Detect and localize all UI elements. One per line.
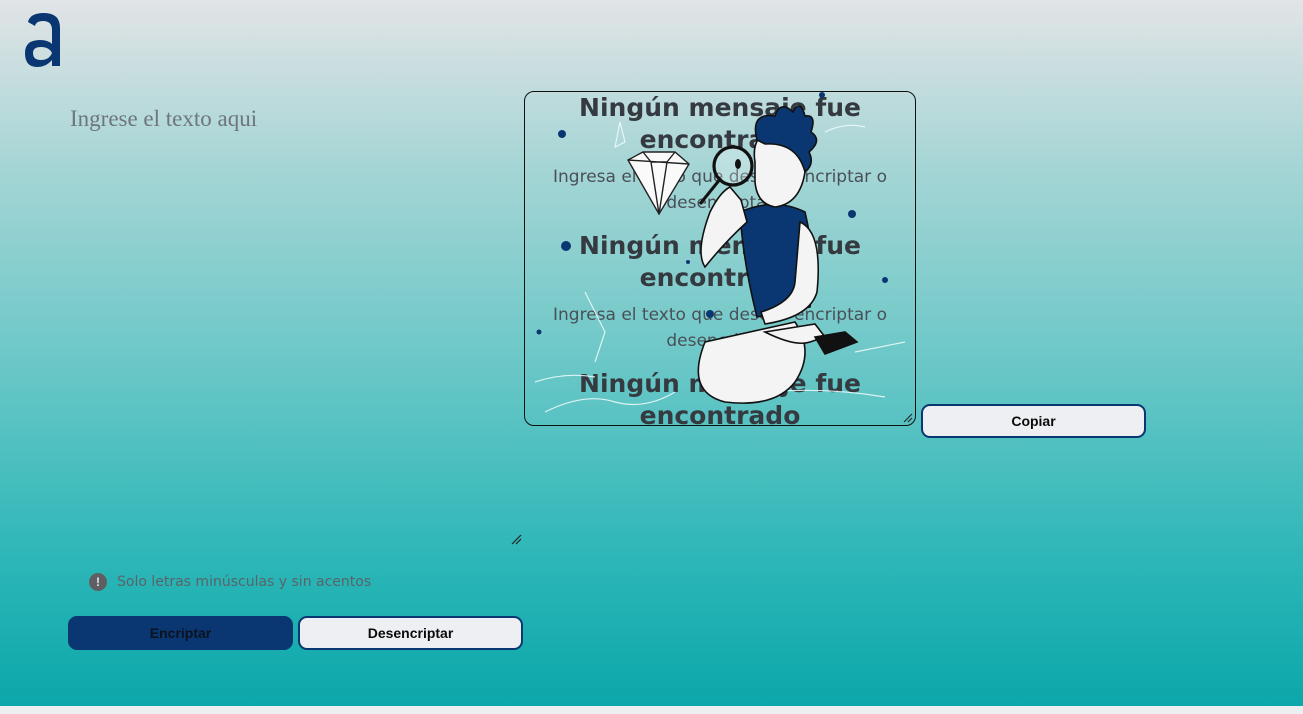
alura-logo-icon (25, 13, 60, 67)
bottom-strip (0, 706, 1303, 714)
decrypt-button[interactable]: Desencriptar (298, 616, 523, 650)
message-input[interactable] (66, 100, 522, 544)
output-panel[interactable]: Ningún mensaje fue encontrado Ingresa el … (524, 91, 916, 426)
exclamation-circle-icon: ! (89, 573, 107, 591)
hint-text: Solo letras minúsculas y sin acentos (117, 574, 372, 590)
encrypt-button[interactable]: Encriptar (68, 616, 293, 650)
person-with-magnifying-glass-illustration (534, 92, 906, 413)
input-hint: ! Solo letras minúsculas y sin acentos (89, 573, 371, 591)
resize-handle-icon[interactable] (510, 533, 522, 545)
copy-button[interactable]: Copiar (921, 404, 1146, 438)
resize-handle-icon[interactable] (903, 413, 913, 423)
app-background: ! Solo letras minúsculas y sin acentos E… (0, 0, 1303, 706)
